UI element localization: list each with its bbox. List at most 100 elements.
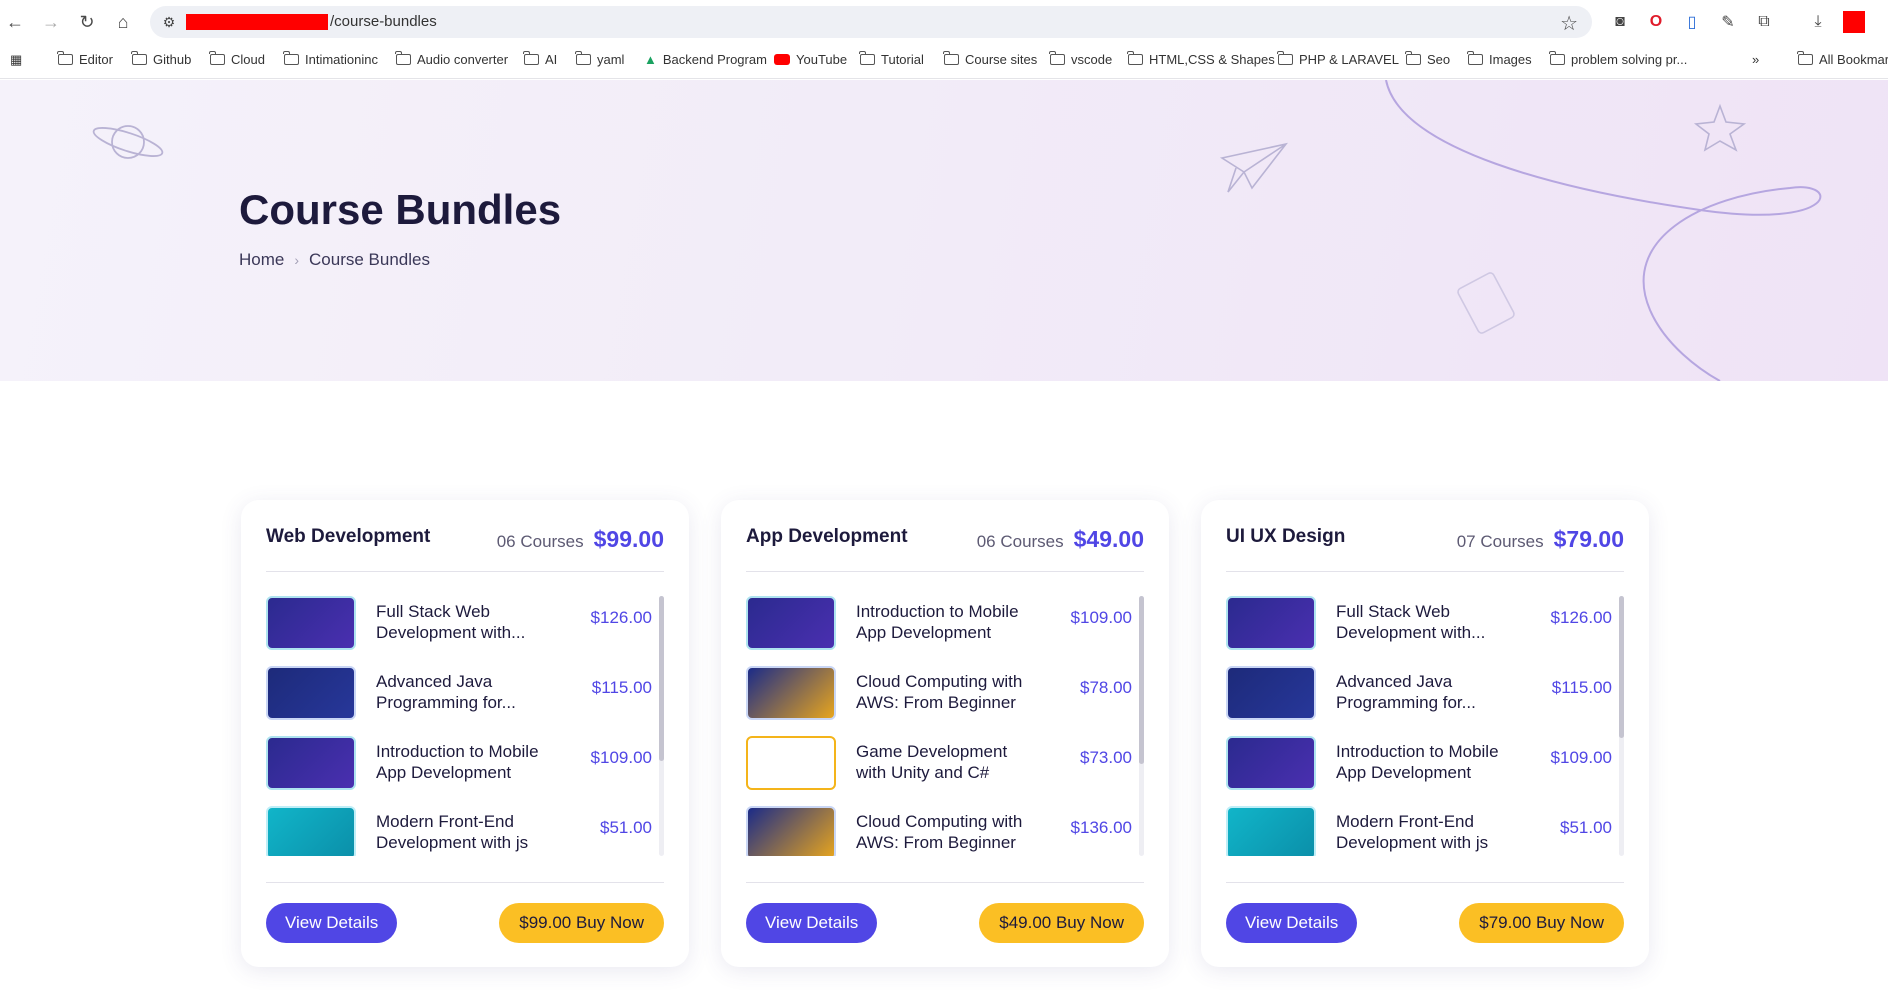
folder-icon: [575, 51, 591, 65]
course-price: $51.00: [1560, 818, 1612, 837]
bookmark-item[interactable]: Images: [1467, 51, 1532, 67]
divider: [1226, 882, 1624, 883]
course-thumbnail: [746, 666, 836, 720]
list-item[interactable]: Full Stack Web Development with... $126.…: [1226, 596, 1612, 654]
camera-icon[interactable]: ◙: [1608, 10, 1632, 34]
folder-icon: [1277, 51, 1293, 65]
folder-icon: [209, 51, 225, 65]
folder-icon: [283, 51, 299, 65]
course-title: Introduction to Mobile App Development: [856, 602, 1019, 642]
bookmark-item[interactable]: Seo: [1405, 51, 1450, 67]
bookmark-item[interactable]: Editor: [57, 51, 113, 67]
course-title: Full Stack Web Development with...: [376, 602, 526, 642]
bookmark-item[interactable]: Intimationinc: [283, 51, 378, 67]
list-scrollbar[interactable]: [659, 596, 664, 856]
scroll-thumb[interactable]: [1619, 596, 1624, 738]
bookmark-item[interactable]: Tutorial: [859, 51, 924, 67]
folder-icon: [943, 51, 959, 65]
bookmark-item[interactable]: Cloud: [209, 51, 265, 67]
folder-icon: [1467, 51, 1483, 65]
bookmark-item[interactable]: All Bookmar: [1797, 51, 1888, 67]
buy-now-button[interactable]: $99.00 Buy Now: [499, 903, 664, 943]
bundle-title[interactable]: App Development: [746, 526, 908, 548]
course-title: Advanced Java Programming for...: [1336, 672, 1476, 712]
bookmark-star-icon[interactable]: ☆: [1560, 11, 1578, 36]
url-path: /course-bundles: [330, 13, 437, 30]
bookmark-item[interactable]: ▲ Backend Program: [644, 52, 767, 67]
list-item[interactable]: Full Stack Web Development with... $126.…: [266, 596, 652, 654]
apps-grid-icon[interactable]: ▦: [10, 52, 22, 68]
list-item[interactable]: Game Development with Unity and C# $73.0…: [746, 736, 1132, 794]
address-bar[interactable]: ⚙ /course-bundles ☆: [150, 6, 1592, 38]
list-item[interactable]: Advanced Java Programming for... $115.00: [1226, 666, 1612, 724]
list-item[interactable]: Modern Front-End Development with js $51…: [1226, 806, 1612, 856]
forward-arrow-icon[interactable]: →: [40, 11, 62, 33]
bookmarks-bar: ▦ Editor Github Cloud Intimationinc Audi…: [0, 44, 1888, 79]
card-header: App Development 06 Courses $49.00: [746, 526, 1144, 566]
bundle-card: UI UX Design 07 Courses $79.00 Full Stac…: [1201, 500, 1649, 967]
list-scrollbar[interactable]: [1619, 596, 1624, 856]
bookmark-item[interactable]: HTML,CSS & Shapes: [1127, 51, 1275, 67]
home-icon[interactable]: ⌂: [112, 11, 134, 33]
puzzle-icon[interactable]: ⧉: [1752, 10, 1776, 34]
course-title: Cloud Computing with AWS: From Beginner: [856, 812, 1023, 852]
list-item[interactable]: Introduction to Mobile App Development $…: [1226, 736, 1612, 794]
bundle-card: App Development 06 Courses $49.00 Introd…: [721, 500, 1169, 967]
bundle-title[interactable]: Web Development: [266, 526, 430, 548]
folder-icon: [57, 51, 73, 65]
course-count: 06 Courses: [976, 532, 1064, 551]
course-price: $126.00: [1550, 608, 1612, 627]
reload-icon[interactable]: ↻: [76, 11, 98, 33]
course-count: 06 Courses: [496, 532, 584, 551]
bookmark-item[interactable]: vscode: [1049, 51, 1112, 67]
list-scrollbar[interactable]: [1139, 596, 1144, 856]
course-title: Game Development with Unity and C#: [856, 742, 1008, 782]
bookmark-item[interactable]: AI: [523, 51, 557, 67]
course-thumbnail: [1226, 806, 1316, 856]
divider: [266, 571, 664, 572]
course-thumbnail: [746, 596, 836, 650]
list-item[interactable]: Cloud Computing with AWS: From Beginner …: [746, 666, 1132, 724]
breadcrumb-home-link[interactable]: Home: [239, 250, 284, 270]
opera-icon[interactable]: O: [1644, 10, 1668, 34]
download-icon[interactable]: ⤓: [1806, 10, 1830, 34]
view-details-button[interactable]: View Details: [1226, 903, 1358, 943]
folder-icon: [1049, 51, 1065, 65]
course-price: $109.00: [1550, 748, 1612, 767]
bookmark-item[interactable]: YouTube: [774, 52, 847, 67]
view-details-button[interactable]: View Details: [266, 903, 398, 943]
bundle-price: $49.00: [1073, 526, 1144, 552]
bookmark-item[interactable]: PHP & LARAVEL: [1277, 51, 1399, 67]
page-title: Course Bundles: [239, 186, 562, 233]
bookmark-item[interactable]: problem solving pr...: [1549, 51, 1687, 67]
card-header: Web Development 06 Courses $99.00: [266, 526, 664, 566]
profile-avatar[interactable]: [1842, 10, 1866, 34]
list-item[interactable]: Introduction to Mobile App Development $…: [746, 596, 1132, 654]
list-item[interactable]: Cloud Computing with AWS: From Beginner …: [746, 806, 1132, 856]
bundle-title[interactable]: UI UX Design: [1226, 526, 1345, 548]
course-price: $78.00: [1080, 678, 1132, 697]
color-picker-icon[interactable]: ✎: [1716, 10, 1740, 34]
breadcrumb-current: Course Bundles: [309, 250, 430, 269]
scroll-thumb[interactable]: [659, 596, 664, 761]
folder-icon: [523, 51, 539, 65]
site-info-icon[interactable]: ⚙: [160, 13, 178, 31]
bookmark-item[interactable]: Course sites: [943, 51, 1037, 67]
buy-now-button[interactable]: $79.00 Buy Now: [1459, 903, 1624, 943]
buy-now-button[interactable]: $49.00 Buy Now: [979, 903, 1144, 943]
divider: [1226, 571, 1624, 572]
back-arrow-icon[interactable]: ←: [4, 11, 26, 33]
list-item[interactable]: Modern Front-End Development with js $51…: [266, 806, 652, 856]
card-header: UI UX Design 07 Courses $79.00: [1226, 526, 1624, 566]
bookmark-item[interactable]: yaml: [575, 51, 624, 67]
scroll-thumb[interactable]: [1139, 596, 1144, 764]
bookmark-item[interactable]: Github: [131, 51, 191, 67]
list-item[interactable]: Advanced Java Programming for... $115.00: [266, 666, 652, 724]
list-item[interactable]: Introduction to Mobile App Development $…: [266, 736, 652, 794]
more-bookmarks-icon[interactable]: »: [1752, 52, 1759, 67]
redacted-domain: [186, 14, 328, 30]
extension-icon[interactable]: ▯: [1680, 10, 1704, 34]
view-details-button[interactable]: View Details: [746, 903, 878, 943]
bookmark-item[interactable]: Audio converter: [395, 51, 508, 67]
course-price: $115.00: [591, 678, 652, 697]
